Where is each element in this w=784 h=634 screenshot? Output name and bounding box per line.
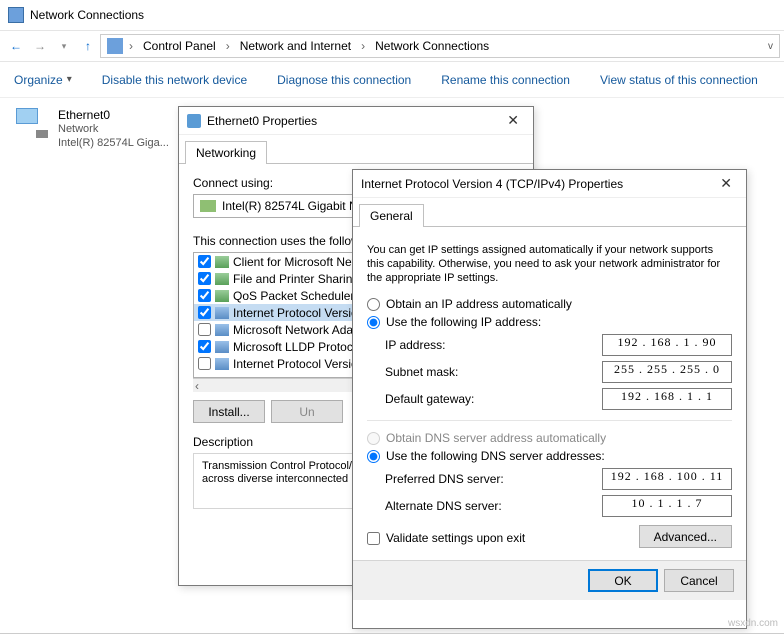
close-button[interactable]: ✕	[501, 110, 525, 131]
item-checkbox[interactable]	[198, 289, 211, 302]
radio-input[interactable]	[367, 298, 380, 311]
connection-text: Ethernet0 Network Intel(R) 82574L Giga..…	[58, 108, 169, 150]
window-title: Network Connections	[30, 8, 144, 22]
subnet-mask-label: Subnet mask:	[385, 365, 458, 379]
network-connections-icon	[8, 7, 24, 23]
ip-address-input[interactable]: 192 . 168 . 1 . 90	[602, 334, 732, 356]
command-bar: Organize ▾ Disable this network device D…	[0, 62, 784, 98]
adapter-name: Intel(R) 82574L Gigabit Ne	[222, 199, 364, 213]
connection-item-ethernet0[interactable]: Ethernet0 Network Intel(R) 82574L Giga..…	[12, 108, 182, 150]
radio-use-static-ip[interactable]: Use the following IP address:	[367, 315, 732, 329]
uninstall-button[interactable]: Un	[271, 400, 343, 423]
view-status-link[interactable]: View status of this connection	[600, 73, 758, 87]
chevron-down-icon: ▾	[67, 74, 72, 85]
close-button[interactable]: ✕	[714, 173, 738, 194]
protocol-icon	[215, 341, 229, 353]
connection-name: Ethernet0	[58, 108, 169, 122]
ipv4-properties-titlebar[interactable]: Internet Protocol Version 4 (TCP/IPv4) P…	[353, 170, 746, 198]
up-button[interactable]: ↑	[76, 34, 100, 58]
advanced-button[interactable]: Advanced...	[639, 525, 732, 548]
radio-input[interactable]	[367, 450, 380, 463]
location-icon	[107, 38, 123, 54]
network-connections-window: Network Connections ← → ▾ ↑ › Control Pa…	[0, 0, 784, 634]
radio-use-static-dns[interactable]: Use the following DNS server addresses:	[367, 449, 732, 463]
item-checkbox[interactable]	[198, 323, 211, 336]
cancel-button[interactable]: Cancel	[664, 569, 734, 592]
address-bar: ← → ▾ ↑ › Control Panel › Network and In…	[0, 30, 784, 62]
protocol-icon	[215, 324, 229, 336]
breadcrumb[interactable]: › Control Panel › Network and Internet ›…	[100, 34, 780, 58]
install-button[interactable]: Install...	[193, 400, 265, 423]
radio-obtain-ip-auto[interactable]: Obtain an IP address automatically	[367, 297, 732, 311]
chevron-right-icon[interactable]: ›	[129, 39, 133, 53]
diagnose-connection-link[interactable]: Diagnose this connection	[277, 73, 411, 87]
item-checkbox[interactable]	[198, 255, 211, 268]
connection-device: Intel(R) 82574L Giga...	[58, 136, 169, 150]
checkbox-input[interactable]	[367, 532, 380, 545]
ipv4-properties-title: Internet Protocol Version 4 (TCP/IPv4) P…	[361, 177, 623, 191]
back-button[interactable]: ←	[4, 34, 28, 58]
item-checkbox[interactable]	[198, 272, 211, 285]
ethernet-properties-tabs: Networking	[179, 135, 533, 164]
ok-button[interactable]: OK	[588, 569, 658, 592]
ipv4-body: You can get IP settings assigned automat…	[353, 227, 746, 560]
breadcrumb-network-connections[interactable]: Network Connections	[371, 37, 493, 55]
ip-address-label: IP address:	[385, 338, 445, 352]
ipv4-footer: OK Cancel	[353, 560, 746, 600]
preferred-dns-label: Preferred DNS server:	[385, 472, 504, 486]
alternate-dns-label: Alternate DNS server:	[385, 499, 502, 513]
default-gateway-label: Default gateway:	[385, 392, 474, 406]
item-checkbox[interactable]	[198, 306, 211, 319]
rename-connection-link[interactable]: Rename this connection	[441, 73, 570, 87]
titlebar: Network Connections	[0, 0, 784, 30]
breadcrumb-network-and-internet[interactable]: Network and Internet	[236, 37, 355, 55]
ethernet-properties-titlebar[interactable]: Ethernet0 Properties ✕	[179, 107, 533, 135]
recent-locations-dropdown[interactable]: ▾	[52, 34, 76, 58]
ipv4-tabs: General	[353, 198, 746, 227]
radio-input	[367, 432, 380, 445]
service-icon	[215, 256, 229, 268]
tab-networking[interactable]: Networking	[185, 141, 267, 164]
scroll-left-icon[interactable]: ‹	[195, 379, 199, 393]
protocol-icon	[215, 358, 229, 370]
breadcrumb-control-panel[interactable]: Control Panel	[139, 37, 220, 55]
ipv4-intro-text: You can get IP settings assigned automat…	[367, 243, 732, 285]
disable-device-link[interactable]: Disable this network device	[102, 73, 247, 87]
ethernet-properties-title: Ethernet0 Properties	[207, 114, 317, 128]
alternate-dns-input[interactable]: 10 . 1 . 1 . 7	[602, 495, 732, 517]
connection-status: Network	[58, 122, 169, 136]
ethernet-adapter-icon	[12, 108, 52, 140]
chevron-right-icon[interactable]: ›	[361, 39, 365, 53]
address-dropdown-icon[interactable]: v	[768, 41, 773, 52]
item-checkbox[interactable]	[198, 340, 211, 353]
service-icon	[215, 290, 229, 302]
organize-menu[interactable]: Organize ▾	[14, 73, 72, 87]
item-checkbox[interactable]	[198, 357, 211, 370]
service-icon	[215, 273, 229, 285]
forward-button[interactable]: →	[28, 34, 52, 58]
tab-general[interactable]: General	[359, 204, 424, 227]
subnet-mask-input[interactable]: 255 . 255 . 255 . 0	[602, 361, 732, 383]
radio-input[interactable]	[367, 316, 380, 329]
adapter-icon	[187, 114, 201, 128]
preferred-dns-input[interactable]: 192 . 168 . 100 . 11	[602, 468, 732, 490]
protocol-icon	[215, 307, 229, 319]
watermark: wsxdn.com	[728, 618, 778, 629]
organize-label: Organize	[14, 73, 63, 87]
chevron-right-icon[interactable]: ›	[226, 39, 230, 53]
default-gateway-input[interactable]: 192 . 168 . 1 . 1	[602, 388, 732, 410]
ipv4-properties-dialog: Internet Protocol Version 4 (TCP/IPv4) P…	[352, 169, 747, 629]
radio-obtain-dns-auto: Obtain DNS server address automatically	[367, 431, 732, 445]
nic-icon	[200, 200, 216, 212]
